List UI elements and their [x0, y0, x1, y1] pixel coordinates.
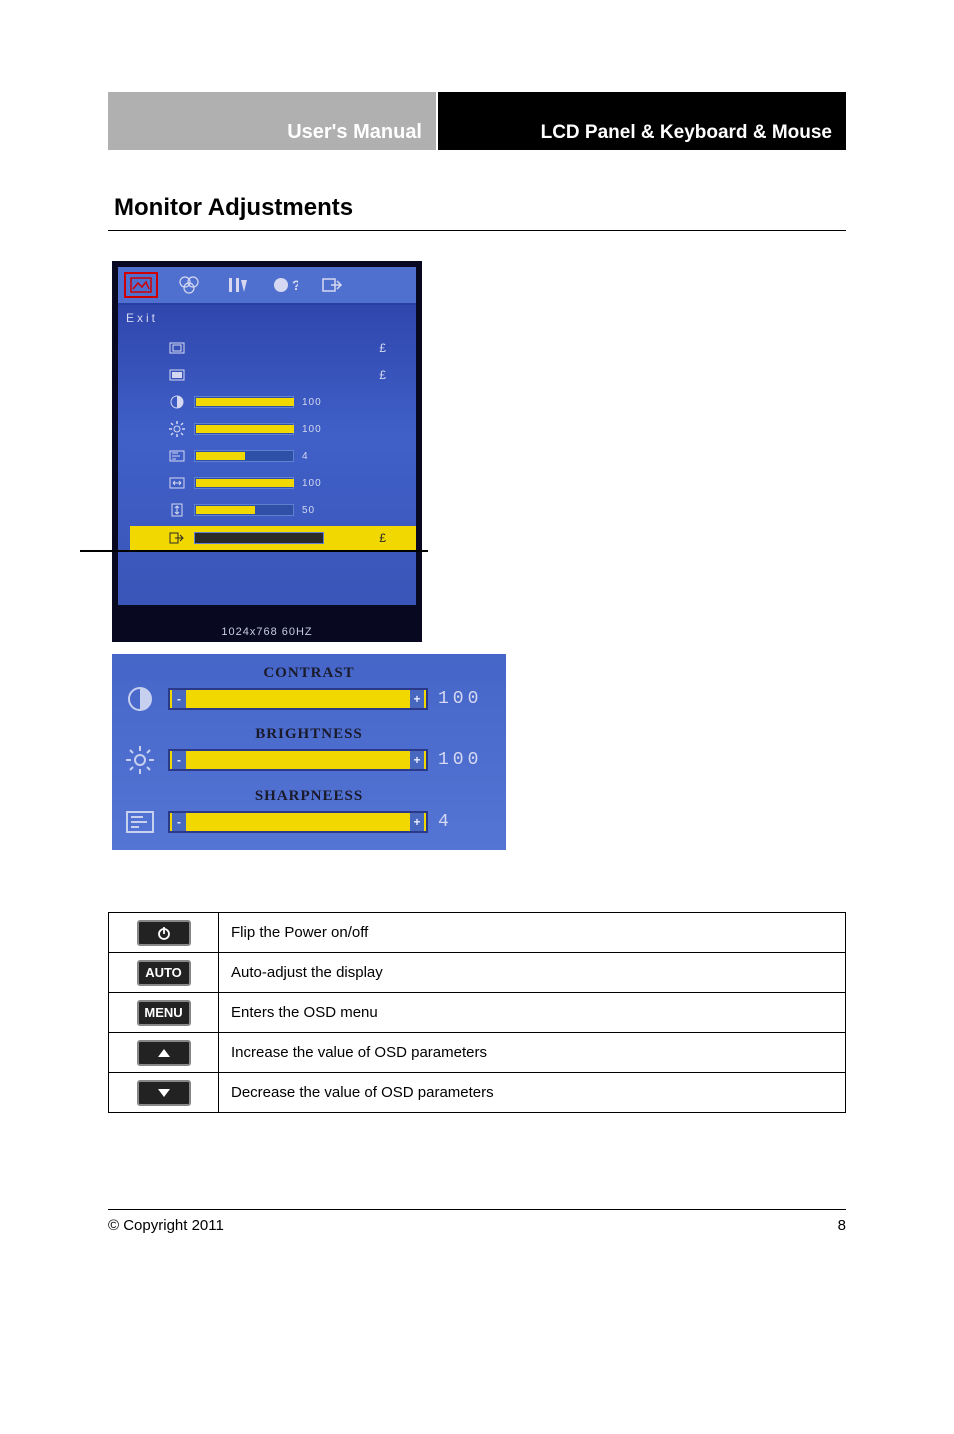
osd-row-vpos: 50 — [168, 499, 404, 521]
plus-icon: + — [410, 751, 424, 769]
header-left: User's Manual — [108, 92, 438, 150]
osd-slider-value: 4 — [302, 451, 309, 462]
osd-tab-picture-icon — [124, 272, 158, 298]
minus-icon: - — [172, 751, 186, 769]
contrast-icon — [168, 394, 186, 410]
osd-slider-track — [194, 450, 294, 462]
footer: © Copyright 2011 8 — [108, 1217, 846, 1234]
footer-copyright: © Copyright 2011 — [108, 1217, 224, 1234]
button-icon-cell: AUTO — [109, 953, 219, 993]
plus-icon: + — [410, 690, 424, 708]
button-description: Enters the OSD menu — [219, 993, 846, 1033]
minus-icon: - — [172, 813, 186, 831]
osd-row-aspect-in: £ — [168, 337, 404, 359]
svg-text:?: ? — [292, 277, 298, 293]
osd-slider-value: 100 — [302, 397, 322, 408]
button-description: Increase the value of OSD parameters — [219, 1033, 846, 1073]
osd-slider-track — [194, 504, 294, 516]
vpos-icon — [168, 502, 186, 518]
osd-row-contrast: 100 — [168, 391, 404, 413]
aspect-in-icon — [168, 340, 186, 356]
exit-arrow-icon — [168, 530, 186, 546]
contrast-icon — [122, 682, 158, 716]
osd-slider-track — [194, 423, 294, 435]
hpos-icon — [168, 475, 186, 491]
osd-tab-tools-icon — [220, 272, 254, 298]
osd-row-aspect-full: £ — [168, 364, 404, 386]
osd2-value: 100 — [438, 689, 482, 709]
osd-row-hpos: 100 — [168, 472, 404, 494]
osd-slider-value: 100 — [302, 478, 322, 489]
osd2-slider-bar: -+ — [168, 749, 428, 771]
osd-tab-info-icon: ? — [268, 272, 302, 298]
aspect-full-icon — [168, 367, 186, 383]
down-button-icon — [137, 1080, 191, 1106]
osd-pound-symbol: £ — [379, 341, 386, 355]
osd2-label: BRIGHTNESS — [182, 726, 436, 743]
button-row: AUTO Auto-adjust the display — [109, 953, 846, 993]
osd-tabs: ? — [118, 267, 416, 305]
minus-icon: - — [172, 690, 186, 708]
osd2-block-contrast: CONTRAST-+100 — [122, 665, 496, 716]
osd2-block-sharpness: SHARPNEESS-+4 — [122, 788, 496, 839]
osd2-label: SHARPNEESS — [182, 788, 436, 805]
osd-tab-exit-icon — [316, 272, 350, 298]
header-bar: User's Manual LCD Panel & Keyboard & Mou… — [108, 92, 846, 150]
up-button-icon — [137, 1040, 191, 1066]
osd-pound-symbol: £ — [379, 531, 386, 545]
osd-slider-value: 50 — [302, 505, 315, 516]
sharpness-icon — [168, 448, 186, 464]
button-icon-cell — [109, 1073, 219, 1113]
footer-divider — [108, 1209, 846, 1210]
osd2-block-brightness: BRIGHTNESS-+100 — [122, 726, 496, 777]
plus-icon: + — [410, 813, 424, 831]
button-row: Flip the Power on/off — [109, 913, 846, 953]
osd-slider-track — [194, 532, 324, 544]
osd-slider-track — [194, 396, 294, 408]
button-row: Decrease the value of OSD parameters — [109, 1073, 846, 1113]
menu-button-icon: MENU — [137, 1000, 191, 1026]
osd-slider-track — [194, 477, 294, 489]
brightness-icon — [168, 421, 186, 437]
osd-exit-label: Exit — [118, 305, 416, 325]
section-title: Monitor Adjustments — [114, 194, 846, 222]
osd-row-brightness: 100 — [168, 418, 404, 440]
osd-row-sharpness: 4 — [168, 445, 404, 467]
sharpness-icon — [122, 805, 158, 839]
button-description: Auto-adjust the display — [219, 953, 846, 993]
button-row: MENU Enters the OSD menu — [109, 993, 846, 1033]
button-icon-cell: MENU — [109, 993, 219, 1033]
osd-pound-symbol: £ — [379, 368, 386, 382]
osd-slider-value: 100 — [302, 424, 322, 435]
button-icon-cell — [109, 1033, 219, 1073]
osd-main-screenshot: ? Exit £ £100 100 4 100 50 £ 1024x768 60HZ — [112, 261, 422, 642]
section-divider — [108, 230, 846, 231]
button-function-table: Flip the Power on/off AUTO Auto-adjust the… — [108, 912, 846, 1113]
auto-button-icon: AUTO — [137, 960, 191, 986]
brightness-icon — [122, 743, 158, 777]
power-button-icon — [137, 920, 191, 946]
button-row: Increase the value of OSD parameters — [109, 1033, 846, 1073]
osd-detail-screenshot: CONTRAST-+100BRIGHTNESS-+100SHARPNEESS-+… — [112, 654, 506, 850]
header-right: LCD Panel & Keyboard & Mouse — [438, 92, 846, 150]
osd2-label: CONTRAST — [182, 665, 436, 682]
button-icon-cell — [109, 913, 219, 953]
footer-page-number: 8 — [838, 1217, 846, 1234]
osd2-value: 100 — [438, 750, 482, 770]
osd2-slider-bar: -+ — [168, 688, 428, 710]
button-description: Decrease the value of OSD parameters — [219, 1073, 846, 1113]
osd2-slider-bar: -+ — [168, 811, 428, 833]
osd2-value: 4 — [438, 812, 453, 832]
osd-tab-color-icon — [172, 272, 206, 298]
button-description: Flip the Power on/off — [219, 913, 846, 953]
osd-row-exit-arrow: £ — [130, 526, 416, 550]
osd-status-line: 1024x768 60HZ — [112, 626, 422, 638]
